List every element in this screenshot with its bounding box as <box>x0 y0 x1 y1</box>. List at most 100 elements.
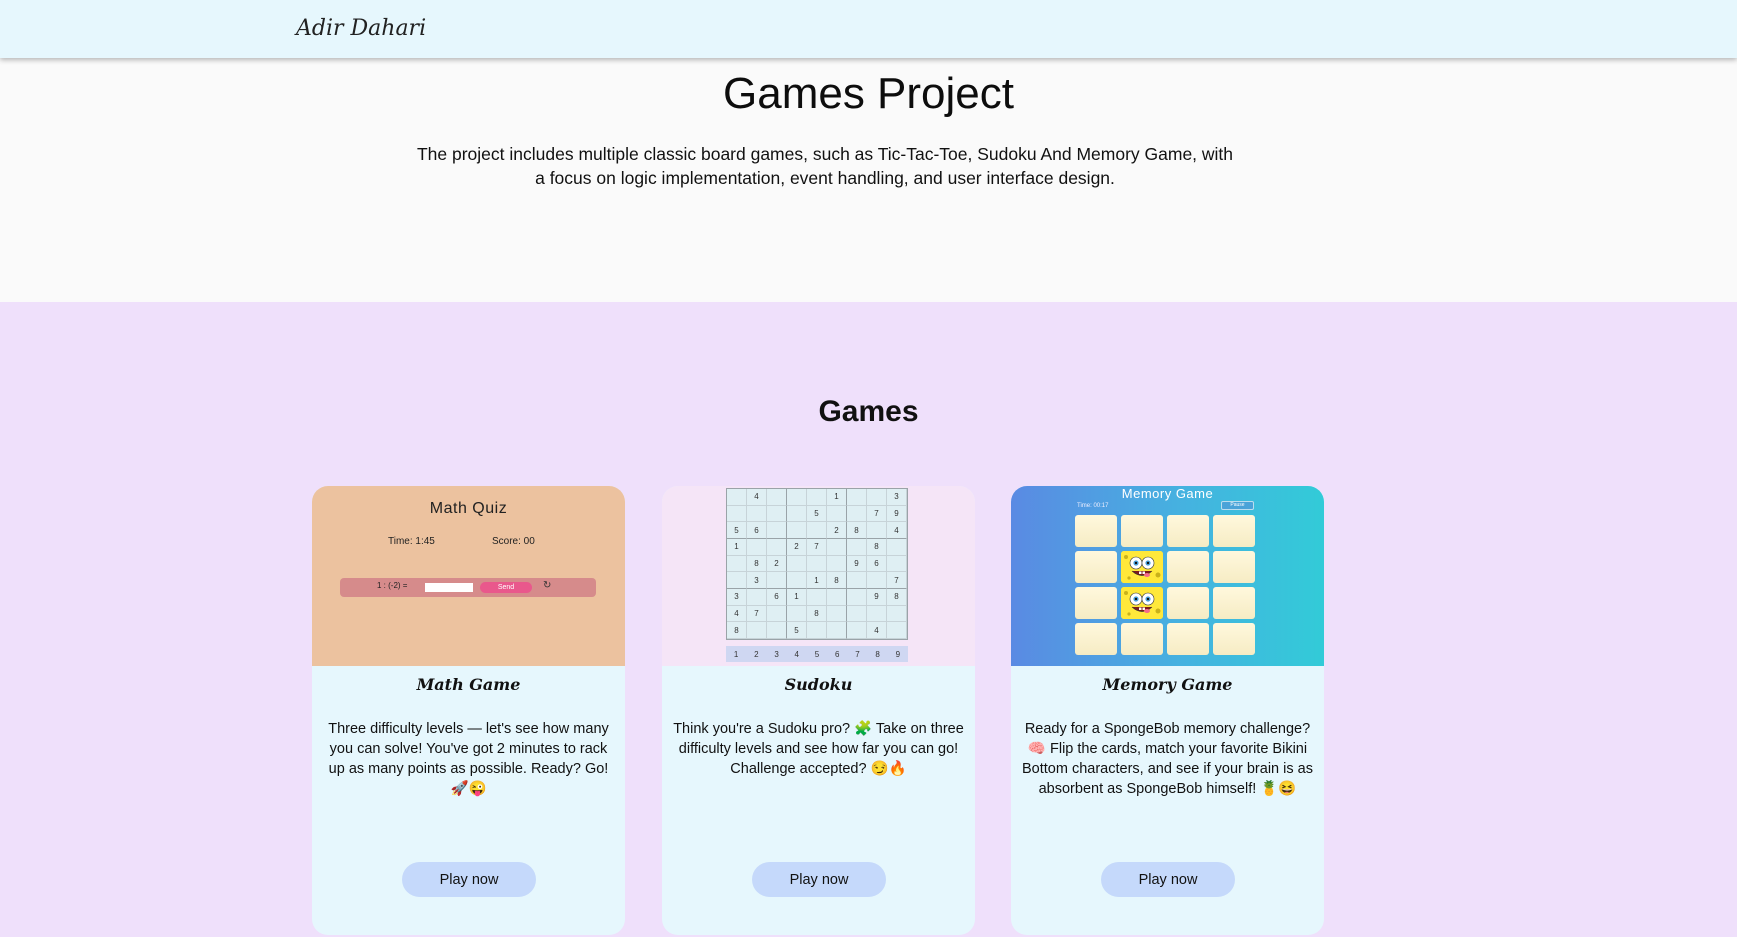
sudoku-cell: 4 <box>867 622 887 639</box>
sudoku-cell <box>767 622 787 639</box>
sudoku-cell: 8 <box>867 538 887 556</box>
thumb-equation: 1 : (-2) = <box>377 581 408 590</box>
play-now-button[interactable]: Play now <box>1101 862 1235 897</box>
spongebob-icon <box>1121 551 1163 583</box>
play-now-button[interactable]: Play now <box>402 862 536 897</box>
sudoku-cell: 5 <box>807 505 827 523</box>
game-card-memory: Memory Game Time: 00:17 Pause Memory Gam… <box>1011 486 1324 935</box>
memory-card <box>1075 515 1117 547</box>
thumb-pause-button: Pause <box>1221 501 1254 510</box>
sudoku-cell: 8 <box>727 622 747 639</box>
memory-card <box>1167 551 1209 583</box>
sudoku-cell <box>767 505 787 523</box>
sudoku-cell: 2 <box>827 522 847 539</box>
thumb-title: Math Quiz <box>429 500 508 517</box>
thumb-time: Time: 00:17 <box>1077 503 1109 509</box>
sudoku-cell <box>827 605 847 623</box>
sudoku-cell <box>807 522 827 539</box>
memory-card <box>1075 551 1117 583</box>
sudoku-cell <box>847 622 867 639</box>
sudoku-cell: 4 <box>727 605 747 623</box>
memory-card-grid <box>1075 515 1255 655</box>
thumb-score: Score: 00 <box>492 536 535 547</box>
sudoku-number: 9 <box>895 649 901 659</box>
page-title: Games Project <box>723 69 1014 118</box>
sudoku-cell <box>867 489 887 506</box>
memory-card <box>1167 515 1209 547</box>
sudoku-cell <box>787 505 807 523</box>
memory-card <box>1213 587 1255 619</box>
sudoku-cell <box>747 505 767 523</box>
thumb-time: Time: 1:45 <box>388 536 435 547</box>
sudoku-cell: 3 <box>727 588 747 606</box>
sudoku-number: 2 <box>754 649 759 659</box>
sudoku-cell: 1 <box>807 572 827 589</box>
brand-logo[interactable]: Adir Dahari <box>296 16 426 41</box>
memory-card <box>1167 623 1209 655</box>
navbar: Adir Dahari <box>0 0 1737 58</box>
sudoku-cell <box>887 538 907 556</box>
card-description: Ready for a SpongeBob memory challenge? … <box>1022 721 1313 797</box>
sudoku-cell <box>747 588 767 606</box>
spongebob-icon <box>1121 587 1163 619</box>
sudoku-cell: 1 <box>787 588 807 606</box>
sudoku-cell: 5 <box>727 522 747 539</box>
sudoku-cell: 8 <box>807 605 827 623</box>
sudoku-thumbnail: 4135795628412788296318736198478854 12345… <box>662 486 975 666</box>
sudoku-cell <box>787 605 807 623</box>
memory-game-thumbnail: Memory Game Time: 00:17 Pause <box>1011 486 1324 666</box>
thumb-send-button: Send <box>480 582 532 593</box>
card-description: Three difficulty levels — let's see how … <box>328 721 609 797</box>
sudoku-cell: 9 <box>847 555 867 573</box>
sudoku-cell <box>807 622 827 639</box>
refresh-icon: ↻ <box>543 580 552 591</box>
sudoku-number: 4 <box>794 649 799 659</box>
spongebob-card <box>1121 551 1163 583</box>
games-heading: Games <box>818 395 919 428</box>
sudoku-cell: 4 <box>887 522 907 539</box>
sudoku-number-pad: 1 2 3 4 5 6 7 8 9 <box>726 646 908 662</box>
play-now-button[interactable]: Play now <box>752 862 886 897</box>
sudoku-number: 3 <box>774 649 779 659</box>
sudoku-cell <box>727 505 747 523</box>
sudoku-cell: 8 <box>827 572 847 589</box>
card-title: Math Game <box>416 675 521 694</box>
sudoku-cell: 7 <box>747 605 767 623</box>
sudoku-cell <box>827 538 847 556</box>
sudoku-cell <box>747 538 767 556</box>
sudoku-cell: 8 <box>747 555 767 573</box>
sudoku-cell <box>827 588 847 606</box>
sudoku-cell: 9 <box>887 505 907 523</box>
sudoku-number: 8 <box>875 649 880 659</box>
sudoku-cell <box>767 489 787 506</box>
sudoku-cell <box>727 489 747 506</box>
sudoku-cell: 8 <box>887 588 907 606</box>
sudoku-cell <box>847 489 867 506</box>
games-section: Games Math Quiz Time: 1:45 Score: 00 1 :… <box>0 302 1737 937</box>
sudoku-cell <box>887 622 907 639</box>
thumb-answer-input <box>425 583 473 592</box>
memory-card <box>1213 515 1255 547</box>
sudoku-cell: 9 <box>867 588 887 606</box>
sudoku-number: 5 <box>814 649 820 659</box>
sudoku-cell: 2 <box>787 538 807 556</box>
memory-card <box>1121 515 1163 547</box>
sudoku-cell <box>767 605 787 623</box>
sudoku-cell <box>787 489 807 506</box>
sudoku-cell: 3 <box>887 489 907 506</box>
thumb-answer-bar: 1 : (-2) = Send ↻ <box>340 578 596 597</box>
sudoku-cell <box>807 588 827 606</box>
sudoku-cell: 6 <box>767 588 787 606</box>
sudoku-cell: 1 <box>827 489 847 506</box>
sudoku-cell <box>867 605 887 623</box>
sudoku-cell <box>767 538 787 556</box>
sudoku-board: 4135795628412788296318736198478854 <box>726 488 908 640</box>
memory-card <box>1167 587 1209 619</box>
sudoku-cell: 6 <box>867 555 887 573</box>
sudoku-cell: 4 <box>747 489 767 506</box>
sudoku-number: 1 <box>733 649 739 659</box>
sudoku-cell: 6 <box>747 522 767 539</box>
sudoku-cell <box>847 572 867 589</box>
sudoku-number: 6 <box>834 649 840 659</box>
memory-card <box>1075 623 1117 655</box>
